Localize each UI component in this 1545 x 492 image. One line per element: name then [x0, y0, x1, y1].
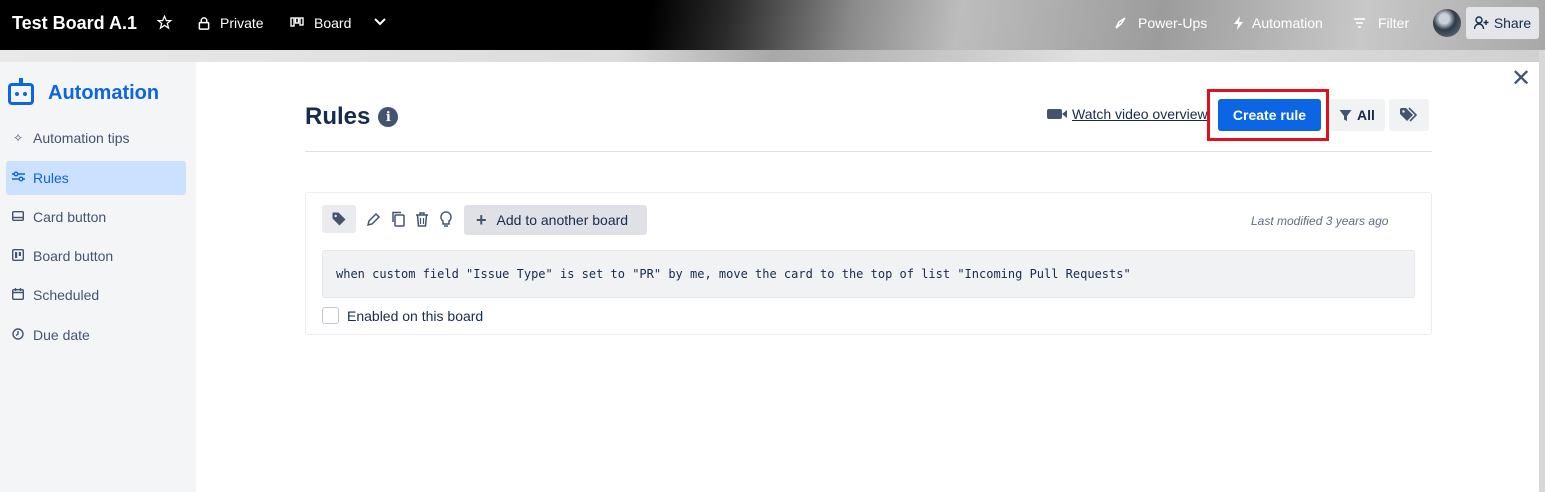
rule-description: when custom field "Issue Type" is set to… [322, 250, 1415, 298]
sidebar-item-card-button[interactable]: Card button [6, 200, 186, 234]
sliders-icon [11, 171, 25, 185]
automation-label: Automation [1252, 15, 1323, 31]
rocket-icon [1115, 17, 1126, 29]
sparkle-icon: ✧ [12, 131, 24, 145]
enabled-label: Enabled on this board [347, 307, 484, 324]
sidebar-item-board-button[interactable]: Board button [6, 239, 186, 273]
scroll-edge [1539, 50, 1545, 492]
sidebar-item-label: Rules [33, 170, 69, 186]
label-filter-button[interactable] [1389, 99, 1429, 131]
lock-icon [198, 16, 210, 30]
sidebar-item-label: Scheduled [33, 287, 100, 303]
page-title-text: Rules [305, 103, 371, 130]
automation-button[interactable]: Automation [1233, 15, 1323, 31]
watch-video-label: Watch video overview [1072, 106, 1208, 122]
powerups-label: Power-Ups [1138, 15, 1208, 31]
copy-rule-button[interactable] [389, 210, 407, 228]
add-to-another-board-button[interactable]: + Add to another board [464, 205, 647, 235]
sidebar-header: Automation [8, 77, 160, 105]
sidebar-item-label: Card button [33, 209, 107, 225]
star-button[interactable] [157, 15, 172, 30]
add-to-board-label: Add to another board [496, 212, 629, 228]
tags-icon [1400, 107, 1418, 122]
star-icon [157, 15, 172, 30]
last-modified-text: Last modified 3 years ago [1251, 214, 1389, 228]
create-rule-button[interactable]: Create rule [1218, 99, 1321, 131]
rule-label-button[interactable] [322, 205, 356, 233]
sidebar-item-label: Due date [33, 327, 90, 343]
close-icon[interactable]: ✕ [1510, 67, 1532, 91]
view-switcher-button[interactable]: Board [290, 15, 351, 31]
board-icon [11, 248, 25, 264]
clock-icon [11, 327, 25, 343]
visibility-button[interactable]: Private [198, 15, 264, 31]
tag-icon [332, 212, 346, 226]
video-camera-icon [1047, 109, 1067, 119]
automation-sidebar: Automation ✧ Automation tips Rules Card … [0, 62, 196, 492]
filter-all-label: All [1357, 107, 1375, 123]
views-dropdown-button[interactable] [372, 14, 388, 30]
copy-icon [392, 211, 405, 227]
sidebar-item-rules[interactable]: Rules [6, 161, 186, 195]
edit-rule-button[interactable] [364, 210, 382, 228]
sidebar-item-label: Board button [33, 248, 114, 264]
trash-icon [416, 211, 428, 227]
info-icon[interactable]: i [378, 107, 399, 127]
enabled-toggle[interactable]: Enabled on this board [322, 307, 483, 324]
sidebar-item-scheduled[interactable]: Scheduled [6, 278, 186, 312]
share-button[interactable]: Share [1466, 7, 1539, 39]
chevron-down-icon [374, 18, 386, 26]
plus-icon: + [476, 210, 487, 230]
header-divider [305, 151, 1432, 152]
view-label: Board [314, 15, 352, 31]
filter-lines-icon [1354, 18, 1365, 28]
enabled-checkbox[interactable] [322, 307, 339, 324]
lightning-icon [1234, 16, 1243, 30]
filter-button[interactable]: Filter [1353, 15, 1409, 31]
card-icon [11, 210, 25, 224]
add-person-icon [1473, 16, 1489, 30]
share-label: Share [1493, 15, 1532, 31]
board-title[interactable]: Test Board A.1 [12, 13, 137, 34]
rule-tip-button[interactable] [437, 210, 455, 228]
lightbulb-icon [440, 211, 452, 227]
avatar[interactable] [1433, 9, 1461, 37]
board-header: Test Board A.1 Private Board Power-Ups A… [0, 0, 1545, 50]
pencil-icon [366, 212, 380, 226]
sidebar-item-label: Automation tips [33, 130, 130, 146]
funnel-icon [1339, 109, 1352, 121]
visibility-label: Private [220, 15, 264, 31]
sidebar-item-automation-tips[interactable]: ✧ Automation tips [6, 121, 186, 155]
sidebar-title: Automation [48, 82, 160, 104]
sidebar-item-due-date[interactable]: Due date [6, 318, 186, 352]
calendar-icon [11, 287, 25, 303]
filter-label: Filter [1378, 15, 1410, 31]
delete-rule-button[interactable] [413, 210, 431, 228]
board-view-icon [290, 17, 304, 27]
page-title: Rules i [305, 103, 399, 131]
powerups-button[interactable]: Power-Ups [1114, 15, 1207, 31]
filter-all-button[interactable]: All [1329, 99, 1385, 131]
robot-icon [8, 77, 34, 105]
watch-video-link[interactable]: Watch video overview [1047, 106, 1208, 122]
